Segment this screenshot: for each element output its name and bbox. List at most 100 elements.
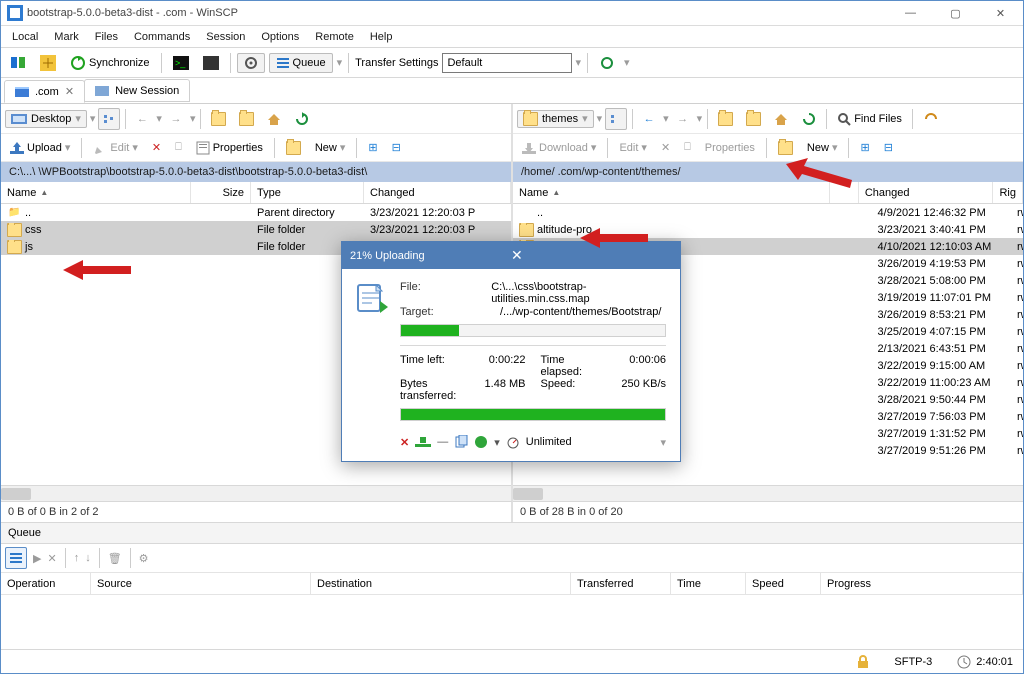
- delete-icon[interactable]: ✕: [656, 138, 675, 157]
- terminal-icon[interactable]: >_: [168, 52, 194, 74]
- bytes-transferred: 1.48 MB: [463, 378, 541, 402]
- table-row[interactable]: cssFile folder3/23/2021 12:20:03 P: [1, 221, 511, 238]
- remote-path[interactable]: /home/ .com/wp-content/themes/: [513, 162, 1023, 182]
- queue-settings-icon[interactable]: ⚙: [139, 552, 149, 565]
- col-size[interactable]: [830, 182, 859, 203]
- sync-remote-icon[interactable]: [918, 109, 944, 129]
- remote-hscroll[interactable]: [513, 485, 1023, 501]
- menu-session[interactable]: Session: [199, 28, 252, 46]
- queue-down-icon[interactable]: ↓: [85, 552, 91, 564]
- speed-limit-label: Unlimited: [526, 436, 572, 448]
- synchronize-button[interactable]: Synchronize: [65, 52, 155, 74]
- queue-play-icon[interactable]: ▶: [33, 552, 41, 565]
- edit-button[interactable]: Edit▾: [88, 138, 143, 158]
- dialog-close-icon[interactable]: ✕: [511, 247, 672, 264]
- parent-dir-icon[interactable]: [713, 109, 738, 129]
- table-row[interactable]: altitude-pro3/23/2021 3:40:41 PMrw:: [513, 221, 1023, 238]
- col-size[interactable]: Size: [191, 182, 251, 203]
- file-progress: [400, 324, 666, 337]
- new-button[interactable]: New▾: [310, 138, 351, 157]
- speed-limit-icon[interactable]: [506, 435, 520, 449]
- parent-dir-icon[interactable]: [206, 109, 231, 129]
- forward-icon[interactable]: →: [672, 108, 694, 130]
- move-icon[interactable]: [474, 435, 488, 449]
- local-hscroll[interactable]: [1, 485, 511, 501]
- close-tab-icon[interactable]: ✕: [65, 85, 74, 98]
- new-session-button[interactable]: New Session: [84, 79, 190, 102]
- time-left: 0:00:22: [463, 354, 541, 378]
- rename-icon[interactable]: ⎕: [170, 138, 187, 157]
- tree-icon[interactable]: [98, 108, 120, 130]
- transfer-settings-select[interactable]: [442, 53, 572, 73]
- gear-icon[interactable]: [237, 53, 265, 73]
- col-rights[interactable]: Rig: [993, 182, 1023, 203]
- menu-commands[interactable]: Commands: [127, 28, 197, 46]
- menu-files[interactable]: Files: [88, 28, 125, 46]
- col-changed[interactable]: Changed: [364, 182, 511, 203]
- table-row[interactable]: ..4/9/2021 12:46:32 PMrw:: [513, 204, 1023, 221]
- menu-help[interactable]: Help: [363, 28, 400, 46]
- home-icon[interactable]: [769, 109, 794, 129]
- properties-button[interactable]: Properties: [191, 138, 268, 158]
- elapsed-time: 2:40:01: [976, 656, 1013, 668]
- sync-browse-icon[interactable]: [35, 52, 61, 74]
- copy-icon[interactable]: [454, 435, 468, 449]
- root-icon[interactable]: [234, 109, 259, 129]
- root-icon[interactable]: [741, 109, 766, 129]
- col-name[interactable]: Name▲: [1, 182, 191, 203]
- menu-remote[interactable]: Remote: [308, 28, 361, 46]
- new-folder-icon[interactable]: [281, 138, 306, 158]
- back-icon[interactable]: ←: [131, 108, 153, 130]
- find-files-button[interactable]: Find Files: [832, 109, 907, 129]
- refresh-icon[interactable]: [797, 109, 821, 129]
- local-drive-select[interactable]: Desktop▾: [5, 110, 87, 128]
- col-changed[interactable]: Changed: [859, 182, 994, 203]
- remove-bookmark-icon[interactable]: ⊟: [387, 138, 406, 157]
- maximize-button[interactable]: ▢: [933, 1, 978, 25]
- edit-button[interactable]: Edit▾: [614, 138, 652, 157]
- home-icon[interactable]: [262, 109, 287, 129]
- new-folder-icon[interactable]: [773, 138, 798, 158]
- tree-icon[interactable]: [605, 108, 627, 130]
- queue-button[interactable]: Queue: [269, 53, 333, 73]
- queue-list-icon[interactable]: [5, 547, 27, 569]
- overall-progress: [400, 408, 666, 421]
- cancel-transfer-icon[interactable]: ✕: [400, 436, 409, 449]
- rename-icon[interactable]: ⎕: [679, 138, 696, 157]
- console-icon[interactable]: [198, 52, 224, 74]
- download-button[interactable]: Download▾: [517, 138, 601, 158]
- svg-text:>_: >_: [175, 58, 186, 68]
- add-bookmark-icon[interactable]: ⊞: [855, 138, 874, 157]
- refresh-remote-icon[interactable]: [594, 52, 620, 74]
- compare-dirs-icon[interactable]: [5, 52, 31, 74]
- properties-button[interactable]: Properties: [700, 139, 760, 157]
- remote-status: 0 B of 28 B in 0 of 20: [513, 501, 1023, 522]
- transfer-settings-label: Transfer Settings: [355, 57, 438, 69]
- remote-dir-select[interactable]: themes▾: [517, 110, 594, 128]
- refresh-icon[interactable]: [290, 109, 314, 129]
- upload-button[interactable]: Upload▾: [5, 138, 75, 158]
- new-button[interactable]: New▾: [802, 138, 843, 157]
- session-tab-active[interactable]: .com ✕: [4, 80, 85, 103]
- menu-local[interactable]: Local: [5, 28, 45, 46]
- col-name[interactable]: Name▲: [513, 182, 830, 203]
- forward-icon[interactable]: →: [165, 108, 187, 130]
- queue-toolbar: ▶ ✕ ↑ ↓ 🗑 ⚙: [1, 543, 1023, 572]
- queue-remove-icon[interactable]: 🗑: [108, 552, 122, 565]
- col-type[interactable]: Type: [251, 182, 364, 203]
- delete-icon[interactable]: ✕: [147, 138, 166, 157]
- minimize-transfer-icon[interactable]: [415, 435, 431, 449]
- local-path[interactable]: C:\...\ \WPBootstrap\bootstrap-5.0.0-bet…: [1, 162, 511, 182]
- queue-up-icon[interactable]: ↑: [74, 552, 80, 564]
- menu-mark[interactable]: Mark: [47, 28, 85, 46]
- back-icon[interactable]: ←: [638, 108, 660, 130]
- close-button[interactable]: ✕: [978, 1, 1023, 25]
- session-tabs: .com ✕ New Session: [1, 78, 1023, 104]
- remove-bookmark-icon[interactable]: ⊟: [879, 138, 898, 157]
- add-bookmark-icon[interactable]: ⊞: [363, 138, 382, 157]
- queue-body[interactable]: [1, 595, 1023, 649]
- table-row[interactable]: 📁..Parent directory3/23/2021 12:20:03 P: [1, 204, 511, 221]
- queue-delete-icon[interactable]: ✕: [47, 552, 56, 565]
- menu-options[interactable]: Options: [254, 28, 306, 46]
- minimize-button[interactable]: —: [888, 1, 933, 25]
